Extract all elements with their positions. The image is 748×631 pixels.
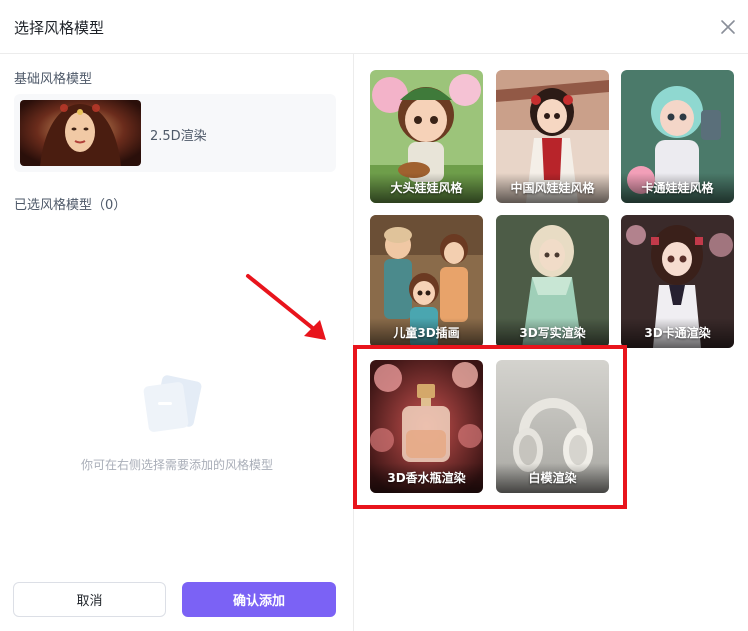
left-panel: 基础风格模型 2.5D渲染 已选风格模型（0） 你可在右侧选择需要添加的风格模型… bbox=[0, 54, 354, 631]
style-label: 大头娃娃风格 bbox=[370, 173, 483, 203]
empty-state-text: 你可在右侧选择需要添加的风格模型 bbox=[80, 458, 273, 472]
base-model-thumbnail bbox=[20, 100, 141, 166]
cancel-button[interactable]: 取消 bbox=[13, 582, 166, 617]
style-card-big-head-doll[interactable]: 大头娃娃风格 bbox=[370, 70, 483, 203]
style-card-3d-perfume-bottle[interactable]: 3D香水瓶渲染 bbox=[370, 360, 483, 493]
style-label: 3D香水瓶渲染 bbox=[370, 463, 483, 493]
style-card-chinese-doll[interactable]: 中国风娃娃风格 bbox=[496, 70, 609, 203]
dialog-header: 选择风格模型 bbox=[0, 0, 748, 54]
selected-models-label: 已选风格模型（0） bbox=[14, 198, 127, 213]
base-model-name: 2.5D渲染 bbox=[150, 129, 207, 144]
dialog-title: 选择风格模型 bbox=[14, 19, 105, 37]
style-grid: 大头娃娃风格 中国风娃娃风格 卡通娃娃风格 儿童3D插画 3D写实渲染 3D卡通… bbox=[355, 54, 748, 631]
base-model-label: 基础风格模型 bbox=[14, 72, 93, 87]
style-label: 卡通娃娃风格 bbox=[621, 173, 734, 203]
style-card-white-model[interactable]: 白模渲染 bbox=[496, 360, 609, 493]
style-label: 儿童3D插画 bbox=[370, 318, 483, 348]
style-card-3d-realistic[interactable]: 3D写实渲染 bbox=[496, 215, 609, 348]
confirm-add-button[interactable]: 确认添加 bbox=[182, 582, 336, 617]
style-label: 中国风娃娃风格 bbox=[496, 173, 609, 203]
style-label: 白模渲染 bbox=[496, 463, 609, 493]
style-model-dialog: 选择风格模型 基础风格模型 2.5D渲染 已选风格模型（0） 你可在右侧选择需要… bbox=[0, 0, 748, 631]
base-model-card: 2.5D渲染 bbox=[14, 94, 336, 172]
close-icon[interactable] bbox=[718, 17, 738, 37]
style-card-3d-cartoon[interactable]: 3D卡通渲染 bbox=[621, 215, 734, 348]
style-card-cartoon-doll[interactable]: 卡通娃娃风格 bbox=[621, 70, 734, 203]
empty-state-icon bbox=[143, 375, 202, 432]
style-card-kids-3d-illustration[interactable]: 儿童3D插画 bbox=[370, 215, 483, 348]
style-label: 3D卡通渲染 bbox=[621, 318, 734, 348]
style-label: 3D写实渲染 bbox=[496, 318, 609, 348]
